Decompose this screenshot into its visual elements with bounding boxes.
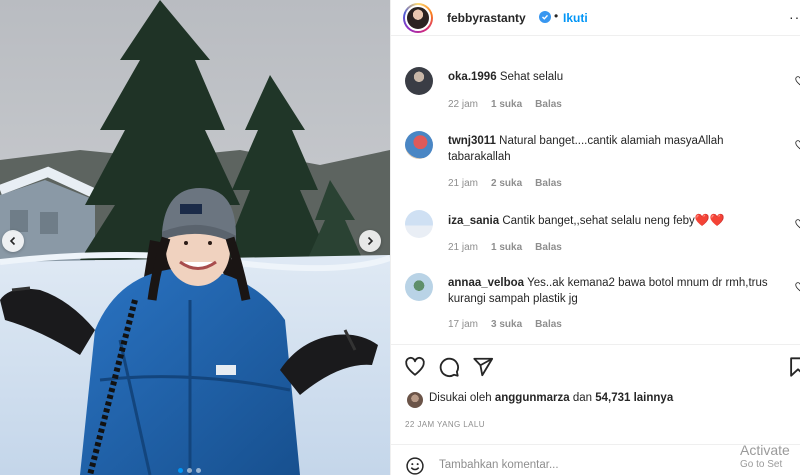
comment-text: Cantik banget,,sehat selalu neng feby xyxy=(502,215,695,227)
comment-avatar[interactable] xyxy=(405,210,433,238)
comment-avatar[interactable] xyxy=(405,67,433,95)
comment-likes[interactable]: 3 suka xyxy=(491,319,522,330)
carousel-next-button[interactable] xyxy=(359,230,381,252)
post-actions-bar xyxy=(391,354,800,380)
comment-time: 17 jam xyxy=(448,319,479,330)
emoji-icon[interactable] xyxy=(405,456,425,475)
add-comment-bar xyxy=(391,444,800,475)
carousel-dot xyxy=(178,468,183,473)
comment-heart-icon[interactable] xyxy=(795,219,800,229)
comment-username[interactable]: iza_sania xyxy=(448,215,499,227)
heart-icon[interactable] xyxy=(404,356,426,378)
comment-input[interactable] xyxy=(439,457,739,473)
comment-username[interactable]: annaa_velboa xyxy=(448,277,524,289)
carousel-prev-button[interactable] xyxy=(2,230,24,252)
comment-avatar[interactable] xyxy=(405,131,433,159)
author-avatar[interactable] xyxy=(403,3,433,33)
comment-time: 21 jam xyxy=(448,178,479,189)
post-timestamp[interactable]: 22 JAM YANG LALU xyxy=(405,420,485,429)
comment-likes[interactable]: 1 suka xyxy=(491,242,522,253)
comment-text: Sehat selalu xyxy=(499,71,564,83)
follow-button[interactable]: Ikuti xyxy=(563,11,588,25)
comment-username[interactable]: twnj3011 xyxy=(448,135,496,147)
comment-reply-button[interactable]: Balas xyxy=(535,99,562,110)
comment-time: 21 jam xyxy=(448,242,479,253)
comment-reply-button[interactable]: Balas xyxy=(535,178,562,189)
comment-likes[interactable]: 1 suka xyxy=(491,99,522,110)
verified-icon xyxy=(539,11,551,23)
heart-emoji: ❤️❤️ xyxy=(694,213,725,227)
post-side-panel: febbyrastanty • Ikuti ··· oka.1996 Sehat… xyxy=(390,0,800,475)
comment-icon[interactable] xyxy=(438,356,460,378)
watermark-line2: Go to Set xyxy=(740,459,783,470)
chevron-right-icon xyxy=(367,236,374,246)
likes-summary: Disukai oleh anggunmarza dan 54,731 lain… xyxy=(391,391,800,409)
chevron-left-icon xyxy=(9,236,16,246)
comment-heart-icon[interactable] xyxy=(795,282,800,292)
carousel-indicator xyxy=(178,468,201,473)
windows-activation-watermark: Activate Go to Set xyxy=(740,442,790,470)
likes-middle: dan xyxy=(572,392,593,404)
comment-time: 22 jam xyxy=(448,99,479,110)
carousel-dot xyxy=(187,468,192,473)
share-icon[interactable] xyxy=(472,356,494,378)
bookmark-icon[interactable] xyxy=(787,356,800,378)
carousel-dot xyxy=(196,468,201,473)
liker-username[interactable]: anggunmarza xyxy=(495,392,570,404)
comment-avatar[interactable] xyxy=(405,273,433,301)
watermark-line1: Activate xyxy=(740,442,790,458)
comment-heart-icon[interactable] xyxy=(795,76,800,86)
liker-avatar[interactable] xyxy=(407,392,423,408)
comment-heart-icon[interactable] xyxy=(795,140,800,150)
header-separator: • xyxy=(554,9,559,23)
post-image[interactable] xyxy=(0,0,390,475)
actions-divider xyxy=(391,344,800,345)
comment-likes[interactable]: 2 suka xyxy=(491,178,522,189)
comment-reply-button[interactable]: Balas xyxy=(535,242,562,253)
comment-reply-button[interactable]: Balas xyxy=(535,319,562,330)
author-username[interactable]: febbyrastanty xyxy=(447,11,526,25)
likes-prefix: Disukai oleh xyxy=(429,392,492,404)
likes-count[interactable]: 54,731 lainnya xyxy=(595,392,673,404)
more-options-icon[interactable]: ··· xyxy=(789,9,800,25)
comments-list[interactable]: oka.1996 Sehat selalu 22 jam 1 suka Bala… xyxy=(391,37,800,343)
post-photo-scene xyxy=(0,0,390,475)
post-header: febbyrastanty • Ikuti ··· xyxy=(391,0,800,36)
comment-username[interactable]: oka.1996 xyxy=(448,71,497,83)
